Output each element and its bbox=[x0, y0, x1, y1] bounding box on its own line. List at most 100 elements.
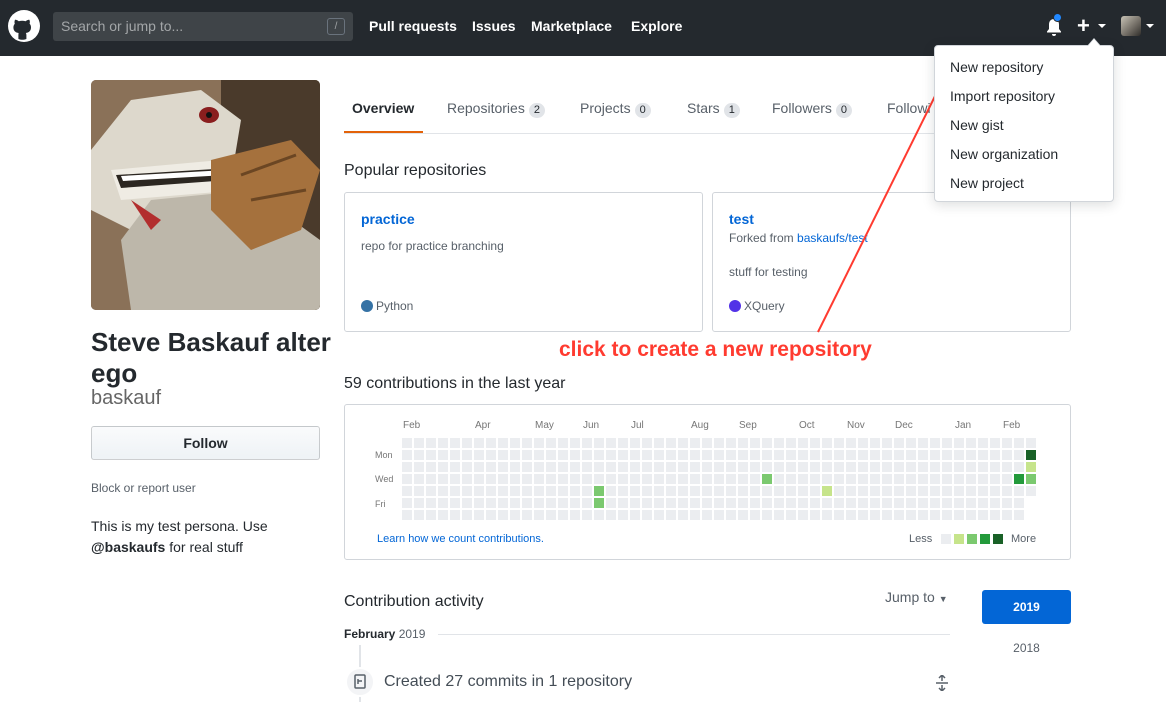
contribution-day-cell[interactable] bbox=[402, 486, 412, 496]
contribution-day-cell[interactable] bbox=[426, 498, 436, 508]
contribution-day-cell[interactable] bbox=[882, 450, 892, 460]
contribution-day-cell[interactable] bbox=[738, 510, 748, 520]
contribution-day-cell[interactable] bbox=[1014, 474, 1024, 484]
contribution-day-cell[interactable] bbox=[654, 486, 664, 496]
tab-stars[interactable]: Stars 1 bbox=[687, 100, 740, 118]
contribution-day-cell[interactable] bbox=[1002, 450, 1012, 460]
contribution-day-cell[interactable] bbox=[858, 462, 868, 472]
contribution-day-cell[interactable] bbox=[486, 486, 496, 496]
contribution-day-cell[interactable] bbox=[1026, 462, 1036, 472]
contribution-day-cell[interactable] bbox=[1014, 510, 1024, 520]
contribution-day-cell[interactable] bbox=[486, 438, 496, 448]
contribution-day-cell[interactable] bbox=[858, 474, 868, 484]
contribution-day-cell[interactable] bbox=[1026, 450, 1036, 460]
contribution-day-cell[interactable] bbox=[1002, 486, 1012, 496]
contribution-day-cell[interactable] bbox=[894, 450, 904, 460]
contribution-day-cell[interactable] bbox=[666, 462, 676, 472]
contribution-day-cell[interactable] bbox=[906, 462, 916, 472]
contribution-day-cell[interactable] bbox=[594, 462, 604, 472]
contribution-day-cell[interactable] bbox=[906, 450, 916, 460]
menu-item-new-project[interactable]: New project bbox=[950, 175, 1024, 191]
contribution-day-cell[interactable] bbox=[582, 510, 592, 520]
contribution-day-cell[interactable] bbox=[606, 498, 616, 508]
contribution-day-cell[interactable] bbox=[570, 450, 580, 460]
contribution-day-cell[interactable] bbox=[438, 474, 448, 484]
contribution-day-cell[interactable] bbox=[990, 438, 1000, 448]
contribution-day-cell[interactable] bbox=[966, 474, 976, 484]
contribution-day-cell[interactable] bbox=[666, 450, 676, 460]
contribution-day-cell[interactable] bbox=[438, 486, 448, 496]
contribution-day-cell[interactable] bbox=[942, 462, 952, 472]
contribution-day-cell[interactable] bbox=[534, 450, 544, 460]
user-avatar-menu[interactable] bbox=[1121, 16, 1141, 36]
contribution-day-cell[interactable] bbox=[402, 510, 412, 520]
contribution-day-cell[interactable] bbox=[438, 438, 448, 448]
contribution-day-cell[interactable] bbox=[450, 462, 460, 472]
contribution-day-cell[interactable] bbox=[870, 450, 880, 460]
contribution-day-cell[interactable] bbox=[462, 462, 472, 472]
contribution-day-cell[interactable] bbox=[678, 498, 688, 508]
menu-item-new-repository[interactable]: New repository bbox=[950, 59, 1043, 75]
contribution-day-cell[interactable] bbox=[582, 474, 592, 484]
contribution-day-cell[interactable] bbox=[510, 438, 520, 448]
contribution-day-cell[interactable] bbox=[594, 450, 604, 460]
contribution-day-cell[interactable] bbox=[462, 474, 472, 484]
contribution-day-cell[interactable] bbox=[654, 438, 664, 448]
contribution-day-cell[interactable] bbox=[570, 486, 580, 496]
contribution-day-cell[interactable] bbox=[1014, 498, 1024, 508]
github-logo-icon[interactable] bbox=[8, 10, 40, 42]
contribution-day-cell[interactable] bbox=[966, 438, 976, 448]
contribution-day-cell[interactable] bbox=[978, 486, 988, 496]
contribution-day-cell[interactable] bbox=[630, 510, 640, 520]
contribution-day-cell[interactable] bbox=[942, 438, 952, 448]
contribution-day-cell[interactable] bbox=[570, 498, 580, 508]
contribution-day-cell[interactable] bbox=[918, 450, 928, 460]
contribution-day-cell[interactable] bbox=[1002, 510, 1012, 520]
contribution-day-cell[interactable] bbox=[990, 450, 1000, 460]
contribution-day-cell[interactable] bbox=[858, 486, 868, 496]
contribution-day-cell[interactable] bbox=[426, 438, 436, 448]
contribution-day-cell[interactable] bbox=[702, 486, 712, 496]
contribution-day-cell[interactable] bbox=[462, 498, 472, 508]
contribution-day-cell[interactable] bbox=[990, 474, 1000, 484]
contribution-day-cell[interactable] bbox=[474, 486, 484, 496]
contribution-day-cell[interactable] bbox=[894, 474, 904, 484]
contribution-day-cell[interactable] bbox=[786, 510, 796, 520]
repo-name-link[interactable]: practice bbox=[361, 211, 415, 227]
contribution-day-cell[interactable] bbox=[918, 486, 928, 496]
contribution-day-cell[interactable] bbox=[942, 450, 952, 460]
contribution-day-cell[interactable] bbox=[798, 462, 808, 472]
contribution-day-cell[interactable] bbox=[570, 462, 580, 472]
contribution-day-cell[interactable] bbox=[726, 450, 736, 460]
contribution-day-cell[interactable] bbox=[738, 486, 748, 496]
contribution-day-cell[interactable] bbox=[846, 510, 856, 520]
contribution-day-cell[interactable] bbox=[882, 498, 892, 508]
contribution-day-cell[interactable] bbox=[402, 450, 412, 460]
contribution-day-cell[interactable] bbox=[930, 474, 940, 484]
contribution-day-cell[interactable] bbox=[894, 486, 904, 496]
contribution-day-cell[interactable] bbox=[522, 486, 532, 496]
contribution-day-cell[interactable] bbox=[798, 498, 808, 508]
contribution-day-cell[interactable] bbox=[810, 510, 820, 520]
contribution-day-cell[interactable] bbox=[414, 486, 424, 496]
contribution-day-cell[interactable] bbox=[894, 498, 904, 508]
contribution-day-cell[interactable] bbox=[498, 474, 508, 484]
contribution-day-cell[interactable] bbox=[702, 510, 712, 520]
contribution-day-cell[interactable] bbox=[618, 498, 628, 508]
contribution-day-cell[interactable] bbox=[846, 438, 856, 448]
contribution-day-cell[interactable] bbox=[954, 438, 964, 448]
contribution-day-cell[interactable] bbox=[498, 510, 508, 520]
contribution-day-cell[interactable] bbox=[642, 486, 652, 496]
contribution-day-cell[interactable] bbox=[882, 486, 892, 496]
contribution-day-cell[interactable] bbox=[870, 510, 880, 520]
contribution-day-cell[interactable] bbox=[666, 438, 676, 448]
contribution-day-cell[interactable] bbox=[954, 450, 964, 460]
contribution-day-cell[interactable] bbox=[582, 498, 592, 508]
contribution-day-cell[interactable] bbox=[870, 498, 880, 508]
contribution-day-cell[interactable] bbox=[738, 450, 748, 460]
contribution-day-cell[interactable] bbox=[666, 486, 676, 496]
contribution-day-cell[interactable] bbox=[894, 462, 904, 472]
unfold-icon[interactable] bbox=[935, 675, 949, 691]
contribution-day-cell[interactable] bbox=[750, 474, 760, 484]
contribution-day-cell[interactable] bbox=[786, 474, 796, 484]
